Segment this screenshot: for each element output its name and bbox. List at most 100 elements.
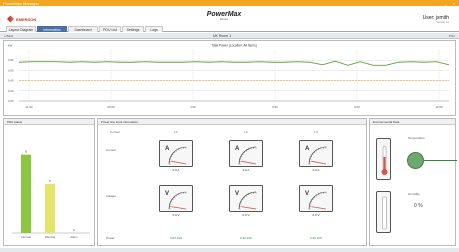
gauge-tick: [312, 198, 314, 201]
power-input-panel: Power line input information Current L1 …: [97, 118, 367, 246]
series-line-1: [18, 60, 450, 66]
user-subtitle: Version 4.0: [436, 21, 449, 24]
pdu-bar-warning: [45, 184, 55, 233]
product-name: PowerMax: [206, 11, 242, 18]
humidity-gauge-icon: [382, 196, 387, 230]
current-gauge-l1: A: [159, 140, 193, 167]
gauge-tick: [243, 151, 246, 154]
thermometer-icon: [381, 145, 388, 175]
y-axis-label: kW: [8, 44, 13, 48]
power-chart-panel: Total Power (Location: All Items) kW 0.80 0…: [3, 40, 456, 116]
minimize-button[interactable]: _: [445, 1, 447, 6]
gauge-tick: [173, 196, 176, 199]
x-tick-label: 21:00: [26, 105, 33, 109]
power-value-l1: 0.00 kVA: [170, 236, 182, 240]
temperature-indicator: [407, 152, 424, 169]
indicator-line: [424, 160, 457, 161]
breadcrumb-bar: « Back UK Room 1 Print: [0, 33, 459, 39]
column-header-l3: L3: [314, 130, 318, 134]
gauge-tick: [178, 148, 180, 151]
total-power-chart: Total Power (Location: All Items) kW 0.80 0…: [8, 44, 450, 109]
humidity-value: 0 %: [414, 203, 423, 209]
y-tick-label: 0.20: [8, 89, 14, 93]
gauge-tick: [242, 153, 244, 156]
power-value-l2: 0.00 kVA: [240, 236, 252, 240]
gauge-tick: [245, 195, 248, 197]
pdu-bar-label: Warning: [45, 235, 56, 239]
user-info: User: jsmith Version 4.0: [423, 15, 449, 24]
pdu-status-chart: 8 Normal 5 Warning 0 Alarm: [12, 150, 90, 239]
window-title: PowerMax Manager: [3, 0, 39, 6]
tab-pdu-list[interactable]: PDU List: [99, 26, 121, 32]
voltage-gauge-l1: V: [159, 185, 193, 212]
row-label-power: Power: [106, 236, 115, 240]
brand-name: EMERSON: [16, 17, 37, 22]
main-tabs: Layout Diagram Information Dashboard PDU…: [0, 25, 459, 32]
gauge-unit-label: V: [305, 191, 309, 197]
pdu-status-panel: PDU status 8 Normal 5 Warning 0 Alarm: [3, 118, 95, 246]
gauge-tick: [315, 195, 318, 197]
back-link[interactable]: « Back: [4, 34, 13, 38]
current-gauge-l2: A: [229, 140, 263, 167]
app-header: EMERSON PowerMax Monitor User: jsmith Ve…: [0, 6, 459, 25]
voltage-value-l2: 0.0 V: [242, 213, 250, 217]
temperature-sensor-card: [376, 138, 391, 180]
product-logo: PowerMax Monitor: [202, 11, 246, 24]
gauge-tick: [245, 150, 248, 152]
x-tick-label: 6:00: [272, 105, 278, 109]
tab-settings[interactable]: Settings: [122, 26, 144, 32]
chart-title: Total Power (Location: All Items): [211, 44, 257, 48]
tab-logs[interactable]: Logs: [145, 26, 163, 32]
gauge-tick: [172, 198, 174, 201]
gauge-tick: [312, 153, 314, 156]
current-value-l3: 0.0 A: [312, 168, 320, 172]
voltage-gauge-l2: V: [229, 185, 263, 212]
pdu-bar-value: 8: [25, 150, 27, 154]
gauge-tick: [173, 151, 176, 154]
column-header-l2: L2: [244, 130, 248, 134]
gauge-tick: [248, 193, 250, 196]
gauge-tick: [175, 150, 178, 152]
pdu-bar-value: 5: [49, 179, 51, 183]
column-header-l1: L1: [174, 130, 178, 134]
power-input-title: Power line input information: [98, 119, 366, 125]
gauge-unit-label: V: [235, 191, 239, 197]
pdu-bar-value: 0: [73, 228, 75, 232]
gauge-tick: [313, 196, 316, 199]
gauge-tick: [240, 156, 243, 158]
column-header-label: Current: [109, 130, 120, 134]
tab-layout-diagram[interactable]: Layout Diagram: [6, 26, 36, 32]
gauge-tick: [310, 156, 313, 158]
tab-information[interactable]: Information: [37, 26, 67, 32]
voltage-value-l1: 0.0 V: [172, 213, 180, 217]
gauge-tick: [178, 193, 180, 196]
gauge-tick: [242, 198, 244, 201]
close-button[interactable]: ×: [453, 1, 455, 6]
gauge-unit-label: A: [235, 146, 240, 152]
pdu-bar-label: Alarm: [70, 235, 78, 239]
row-label-voltage: Voltage: [106, 194, 117, 198]
current-value-l2: 0.0 A: [242, 168, 250, 172]
y-tick-label: 0.00: [8, 99, 14, 103]
gauge-tick: [170, 201, 173, 203]
y-tick-label: 0.60: [8, 68, 14, 72]
humidity-label: Humidity: [408, 192, 420, 196]
gauge-unit-label: A: [305, 146, 310, 152]
environment-panel: Environmental Data Temperature Humidity …: [369, 118, 457, 246]
x-tick-label: 12:00: [436, 105, 443, 109]
gauge-tick: [240, 201, 243, 203]
gauge-needle: [241, 160, 257, 165]
row-label-current: Current: [106, 148, 117, 152]
tab-dashboard[interactable]: Dashboard: [68, 26, 98, 32]
gauge-unit-label: A: [165, 146, 170, 152]
gauge-tick: [310, 201, 313, 203]
emerson-logo-icon: [7, 15, 14, 23]
voltage-gauge-l3: V: [299, 185, 333, 212]
gauge-tick: [315, 150, 318, 152]
voltage-value-l3: 0.0 V: [312, 213, 320, 217]
environment-title: Environmental Data: [370, 119, 455, 125]
gauge-needle: [171, 206, 187, 210]
gauge-tick: [170, 156, 173, 158]
gauge-tick: [318, 193, 320, 196]
print-link[interactable]: Print: [449, 34, 455, 38]
